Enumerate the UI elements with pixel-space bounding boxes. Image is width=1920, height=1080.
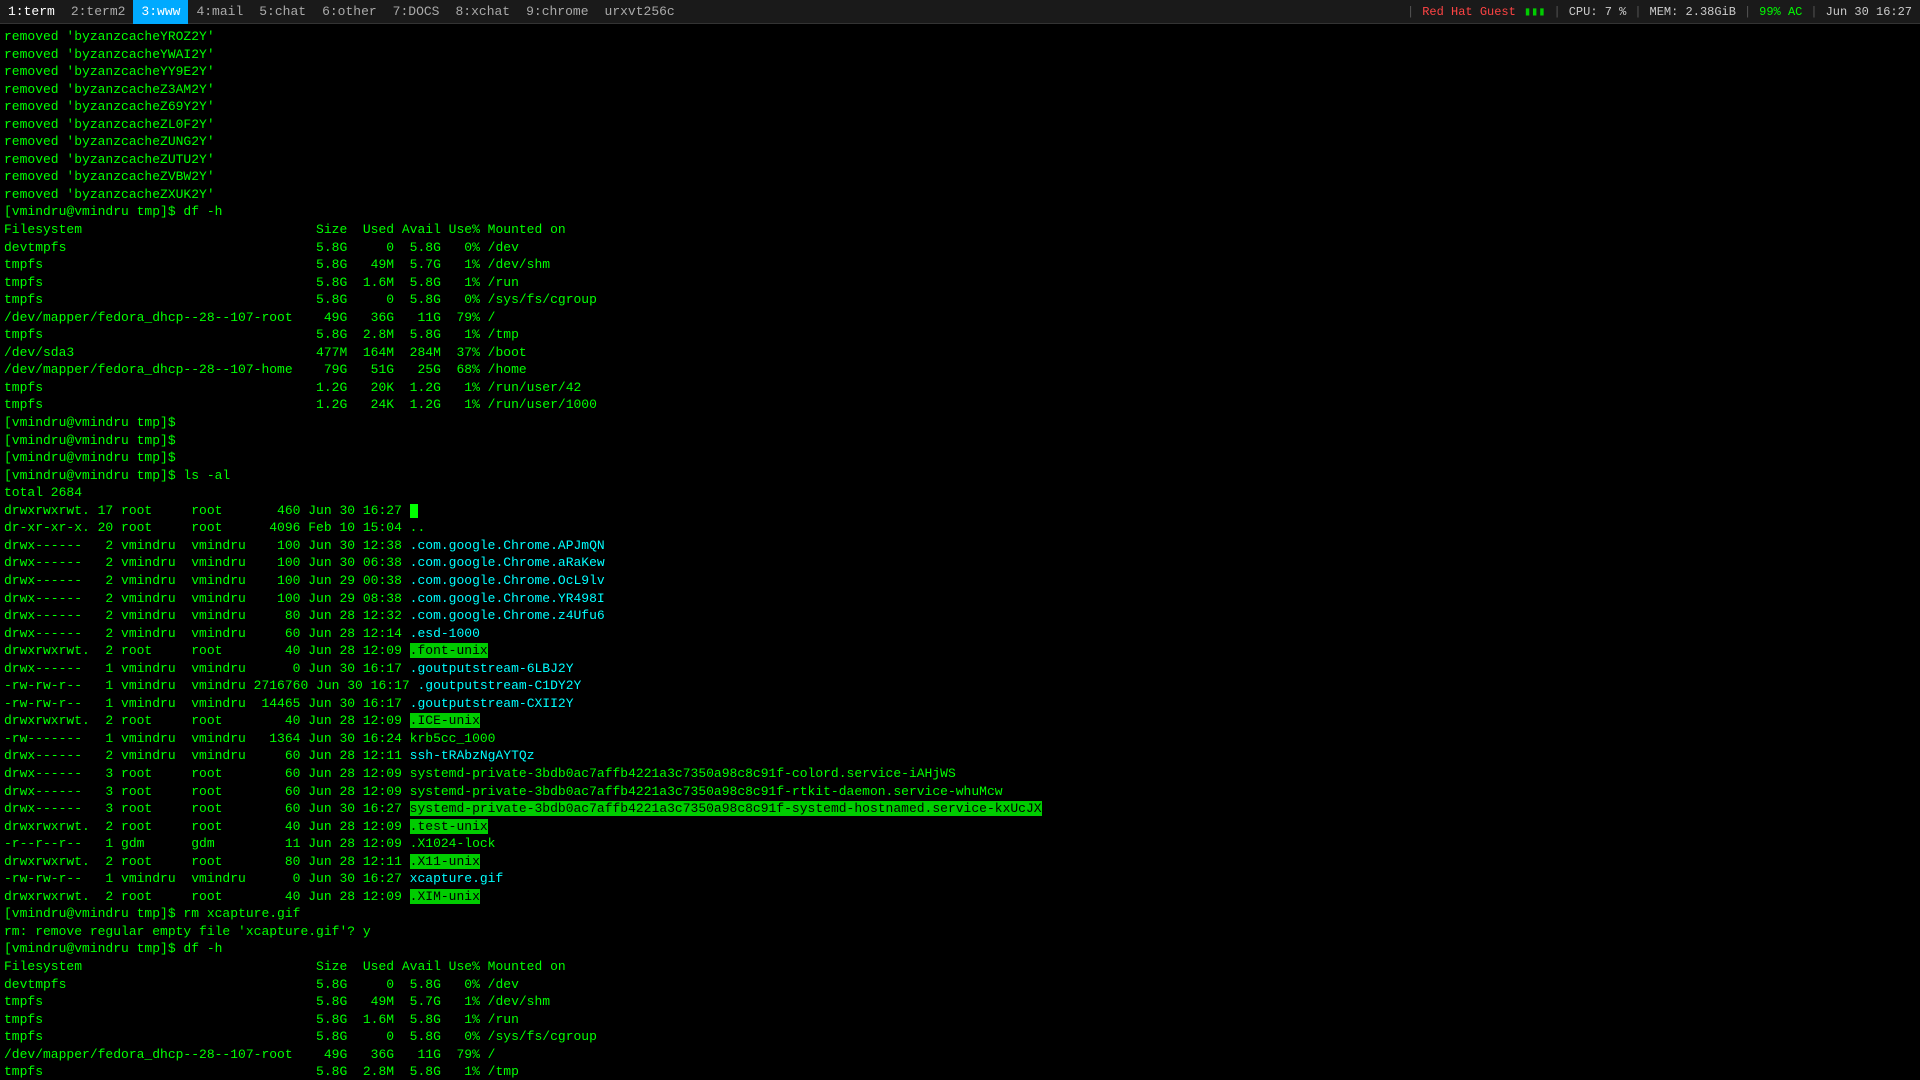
terminal[interactable]: removed 'byzanzcacheYROZ2Y' removed 'byz… — [0, 24, 1920, 1080]
tab-chat[interactable]: 5:chat — [251, 0, 314, 24]
tab-term2[interactable]: 2:term2 — [63, 0, 134, 24]
status-bar: | Red Hat Guest ▮▮▮ | CPU: 7 % | MEM: 2.… — [1407, 4, 1920, 19]
datetime: Jun 30 16:27 — [1826, 5, 1912, 19]
tab-www[interactable]: 3:www — [133, 0, 188, 24]
mem-status: MEM: 2.38GiB — [1650, 5, 1736, 19]
tab-term1[interactable]: 1:term — [0, 0, 63, 24]
battery-status: 99% AC — [1759, 5, 1802, 19]
tab-chrome[interactable]: 9:chrome — [518, 0, 596, 24]
tab-other[interactable]: 6:other — [314, 0, 385, 24]
tab-xchat[interactable]: 8:xchat — [447, 0, 518, 24]
tab-docs[interactable]: 7:DOCS — [385, 0, 448, 24]
cpu-status: CPU: 7 % — [1569, 5, 1627, 19]
username-label: Red Hat Guest — [1422, 5, 1516, 19]
topbar: 1:term 2:term2 3:www 4:mail 5:chat 6:oth… — [0, 0, 1920, 24]
tab-urxvt[interactable]: urxvt256c — [597, 0, 683, 24]
tab-mail[interactable]: 4:mail — [188, 0, 251, 24]
